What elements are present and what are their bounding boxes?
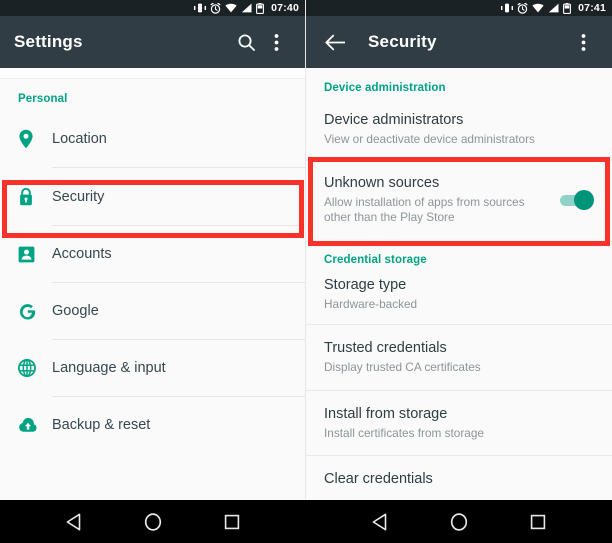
home-circle-icon [450, 512, 468, 531]
sidebar-item-label: Security [52, 188, 105, 205]
wifi-icon [225, 3, 237, 13]
signal-icon [548, 3, 559, 13]
row-subtitle: View or deactivate device administrators [324, 132, 535, 146]
back-button[interactable] [320, 27, 350, 57]
sidebar-item-language-input[interactable]: Language & input [0, 340, 305, 396]
account-icon [18, 246, 52, 263]
row-title: Clear credentials [324, 471, 433, 487]
right-status-bar: 07:41 [306, 0, 612, 16]
row-install-from-storage[interactable]: Install from storage Install certificate… [306, 390, 612, 455]
battery-icon [563, 2, 572, 14]
sidebar-item-label: Location [52, 131, 107, 147]
more-options-icon [581, 33, 585, 51]
nav-recents-button[interactable] [215, 505, 249, 539]
section-header-device-administration: Device administration [324, 82, 446, 94]
search-icon [238, 34, 255, 51]
recents-square-icon [531, 514, 546, 529]
sidebar-item-label: Google [52, 303, 99, 319]
right-nav-group [306, 500, 612, 543]
google-g-icon [18, 302, 52, 321]
battery-icon [256, 2, 265, 14]
row-title: Trusted credentials [324, 340, 447, 356]
sidebar-item-location[interactable]: Location [0, 111, 305, 167]
android-dual-screenshot: 07:40 Settings Personal Location Securit… [0, 0, 612, 543]
vibrate-icon [501, 3, 514, 13]
sidebar-item-label: Language & input [52, 360, 166, 376]
left-overflow-button[interactable] [261, 27, 291, 57]
row-trusted-credentials[interactable]: Trusted credentials Display trusted CA c… [306, 325, 612, 390]
row-title: Unknown sources [324, 174, 440, 191]
row-subtitle: Install certificates from storage [324, 425, 484, 440]
back-arrow-icon [324, 34, 345, 50]
security-title: Security [368, 32, 437, 51]
wifi-icon [532, 3, 544, 13]
sidebar-item-label: Backup & reset [52, 417, 151, 433]
signal-icon [241, 3, 252, 13]
row-text: Clear credentials [324, 470, 594, 489]
left-status-bar: 07:40 [0, 0, 305, 16]
row-text: Device administrators View or deactivate… [324, 111, 594, 148]
alarm-icon [210, 2, 221, 14]
row-subtitle: Allow installation of apps from sources … [324, 194, 525, 225]
right-status-icons [501, 2, 572, 14]
sidebar-item-label: Accounts [52, 246, 112, 262]
row-title: Install from storage [324, 405, 448, 422]
section-header-credential-storage: Credential storage [324, 253, 427, 266]
row-device-administrators[interactable]: Device administrators View or deactivate… [306, 100, 612, 160]
sidebar-item-google[interactable]: Google [0, 283, 305, 339]
nav-back-button[interactable] [57, 505, 91, 539]
row-clear-credentials[interactable]: Clear credentials [306, 456, 612, 500]
android-navigation-bar [0, 500, 612, 543]
row-text: Trusted credentials Display trusted CA c… [324, 339, 594, 376]
row-storage-type[interactable]: Storage type Hardware-backed [306, 271, 612, 324]
row-text: Storage type Hardware-backed [324, 276, 594, 313]
left-pane-settings: 07:40 Settings Personal Location Securit… [0, 0, 306, 500]
back-triangle-icon [66, 513, 81, 530]
sidebar-item-security[interactable]: Security [0, 168, 305, 225]
row-text: Unknown sources Allow installation of ap… [324, 174, 552, 226]
unknown-sources-toggle[interactable] [560, 189, 594, 210]
lock-icon [18, 187, 52, 207]
sidebar-item-accounts[interactable]: Accounts [0, 226, 305, 282]
location-pin-icon [18, 129, 52, 149]
nav-home-button[interactable] [136, 505, 170, 539]
left-content: Personal Location Security Accounts Goog… [0, 68, 305, 500]
right-overflow-button[interactable] [568, 27, 598, 57]
row-subtitle: Hardware-backed [324, 296, 418, 311]
nav-recents-button[interactable] [521, 505, 555, 539]
sidebar-item-backup-reset[interactable]: Backup & reset [0, 397, 305, 453]
left-nav-group [0, 500, 306, 543]
row-text: Install from storage Install certificate… [324, 405, 594, 442]
home-circle-icon [144, 512, 162, 531]
right-app-bar: Security [306, 16, 612, 68]
back-triangle-icon [372, 513, 387, 530]
row-subtitle: Display trusted CA certificates [324, 360, 481, 374]
right-pane-security: 07:41 Security Device administration Dev… [306, 0, 612, 500]
toggle-knob [574, 189, 594, 210]
left-app-bar: Settings [0, 16, 305, 68]
panes-container: 07:40 Settings Personal Location Securit… [0, 0, 612, 500]
globe-icon [18, 359, 52, 377]
nav-back-button[interactable] [363, 505, 397, 539]
recents-square-icon [225, 514, 240, 529]
left-status-time: 07:40 [271, 2, 299, 14]
settings-title: Settings [14, 32, 83, 51]
row-title: Storage type [324, 276, 407, 293]
right-content: Device administration Device administrat… [306, 68, 612, 500]
left-status-icons [194, 2, 265, 14]
nav-home-button[interactable] [442, 505, 476, 539]
cloud-upload-icon [18, 417, 52, 433]
alarm-icon [517, 2, 528, 14]
vibrate-icon [194, 3, 207, 13]
search-button[interactable] [231, 27, 261, 57]
more-options-icon [274, 33, 278, 51]
section-header-personal: Personal [18, 93, 68, 105]
right-status-time: 07:41 [578, 2, 606, 14]
left-top-divider [0, 68, 305, 79]
row-unknown-sources[interactable]: Unknown sources Allow installation of ap… [306, 160, 612, 241]
row-title: Device administrators [324, 112, 464, 128]
